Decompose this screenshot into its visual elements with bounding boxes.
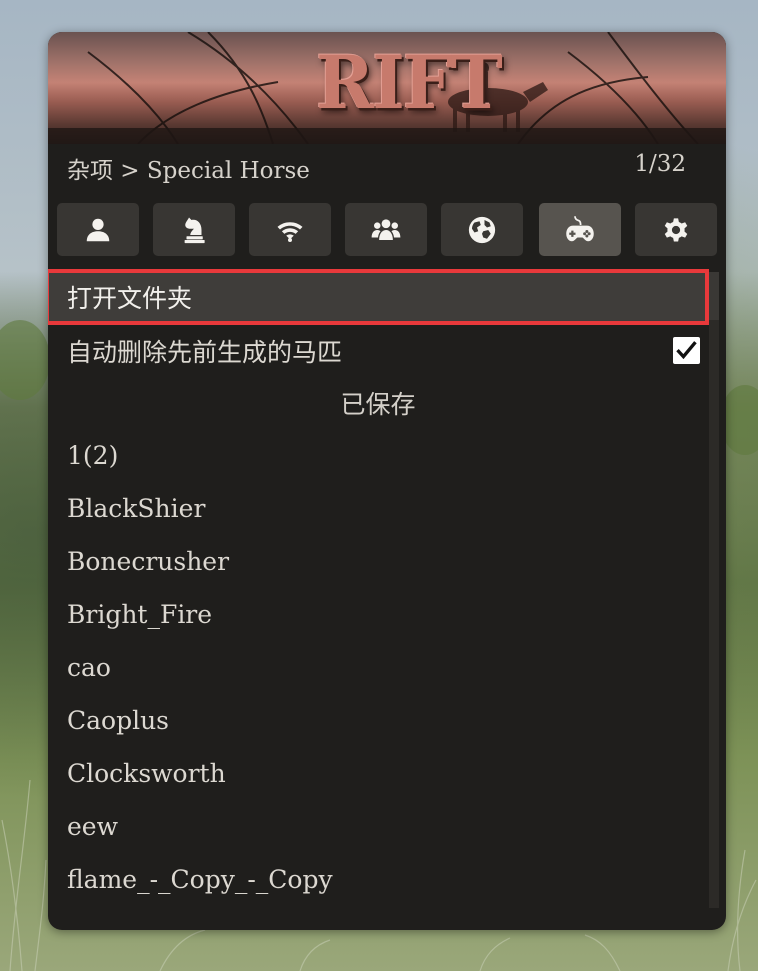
saved-horse-label: Bonecrusher <box>67 546 230 576</box>
rift-menu-panel: RIFT 杂项 > Special Horse 1/32 打开文件夹 自动删除先… <box>48 32 726 930</box>
saved-horse-item[interactable]: BlackShier <box>48 482 708 534</box>
tab-players[interactable] <box>345 203 427 256</box>
tab-horse[interactable] <box>153 203 235 256</box>
list-scrollbar[interactable] <box>709 272 719 908</box>
saved-horse-label: Bright_Fire <box>67 599 213 629</box>
gamepad-icon <box>566 215 594 241</box>
saved-horse-item[interactable]: Bonecrusher <box>48 535 708 587</box>
breadcrumb: 杂项 > Special Horse <box>67 158 310 184</box>
saved-horse-label: 1(2) <box>67 440 119 470</box>
page-counter: 1/32 <box>634 151 686 177</box>
saved-horse-item[interactable]: Bright_Fire <box>48 588 708 640</box>
auto-delete-item[interactable]: 自动删除先前生成的马匹 <box>48 325 708 377</box>
saved-horse-label: flame_-_Copy_-_Copy <box>67 864 333 894</box>
checkmark-icon <box>676 341 697 360</box>
saved-horse-item[interactable]: flame_-_Copy_-_Copy <box>48 853 708 905</box>
saved-horse-label: Caoplus <box>67 705 170 735</box>
saved-horse-label: BlackShier <box>67 493 206 523</box>
selection-highlight <box>48 269 709 325</box>
auto-delete-checkbox[interactable] <box>673 337 700 364</box>
globe-icon <box>468 216 496 243</box>
saved-horse-item[interactable]: cao <box>48 641 708 693</box>
saved-horse-label: eew <box>67 811 118 841</box>
scrollbar-thumb[interactable] <box>709 272 719 320</box>
tab-misc[interactable] <box>539 203 621 256</box>
options-list: 打开文件夹 自动删除先前生成的马匹 已保存 1(2) BlackShier Bo… <box>48 269 709 909</box>
saved-horse-item[interactable]: Clocksworth <box>48 747 708 799</box>
saved-horse-item[interactable]: 1(2) <box>48 429 708 481</box>
wifi-icon <box>277 221 303 242</box>
users-icon <box>371 218 401 240</box>
person-icon <box>86 218 110 241</box>
rift-banner: RIFT <box>48 32 726 144</box>
chess-knight-icon <box>184 217 205 243</box>
tab-settings[interactable] <box>635 203 717 256</box>
gear-icon <box>664 217 688 241</box>
saved-horse-item[interactable]: Caoplus <box>48 694 708 746</box>
category-tabs <box>57 203 717 256</box>
tab-network[interactable] <box>249 203 331 256</box>
tab-player[interactable] <box>57 203 139 256</box>
tab-world[interactable] <box>441 203 523 256</box>
auto-delete-label: 自动删除先前生成的马匹 <box>67 338 343 367</box>
rift-logo: RIFT <box>316 38 503 127</box>
saved-section-header: 已保存 <box>340 390 416 419</box>
saved-horse-label: Clocksworth <box>67 758 226 788</box>
saved-horse-item[interactable]: eew <box>48 800 708 852</box>
saved-horse-label: cao <box>67 652 111 682</box>
